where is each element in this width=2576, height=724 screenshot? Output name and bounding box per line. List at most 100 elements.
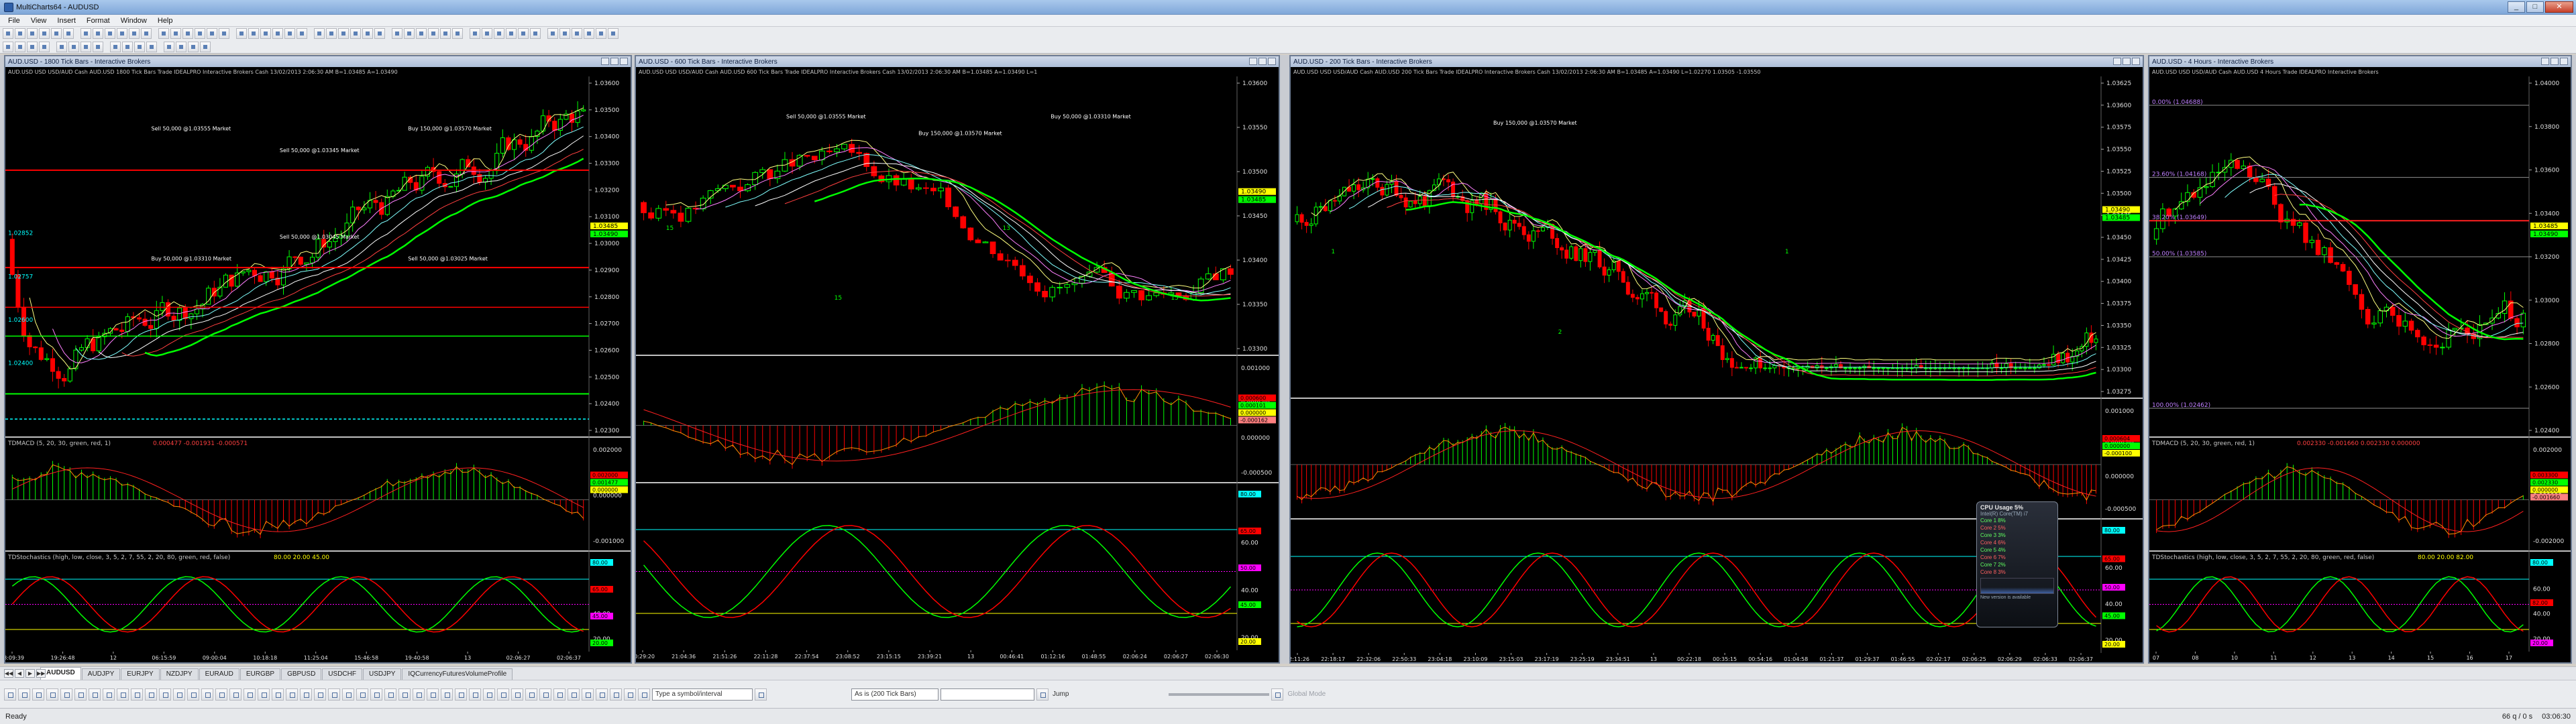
jump-label[interactable]: Jump bbox=[1051, 690, 1071, 698]
chart-maximize-button[interactable] bbox=[1258, 58, 1267, 65]
toolbar-button[interactable] bbox=[141, 28, 152, 39]
toolbar-button[interactable] bbox=[15, 28, 25, 39]
tab-eurjpy[interactable]: EURJPY bbox=[121, 668, 160, 680]
drawing-tool-button[interactable] bbox=[159, 688, 171, 701]
toolbar-button[interactable] bbox=[122, 42, 133, 52]
drawing-tool-button[interactable] bbox=[596, 688, 608, 701]
tab-usdjpy[interactable]: USDJPY bbox=[362, 668, 402, 680]
toolbar-button[interactable] bbox=[200, 42, 211, 52]
drawing-tool-button[interactable] bbox=[638, 688, 650, 701]
jump-icon[interactable] bbox=[1036, 688, 1049, 701]
toolbar-button[interactable] bbox=[27, 42, 38, 52]
toolbar-button[interactable] bbox=[338, 28, 349, 39]
toolbar-button[interactable] bbox=[158, 28, 169, 39]
chart-close-button[interactable] bbox=[2560, 58, 2568, 65]
chart-window-4-hours[interactable]: AUD.USD - 4 Hours - Interactive Brokers A… bbox=[2148, 55, 2572, 664]
toolbar-button[interactable] bbox=[39, 28, 50, 39]
tab-prev-icon[interactable]: ◀ bbox=[15, 669, 24, 678]
drawing-tool-button[interactable] bbox=[46, 688, 58, 701]
chart-window-600-tick[interactable]: AUD.USD - 600 Tick Bars - Interactive Br… bbox=[635, 55, 1280, 664]
toolbar-button[interactable] bbox=[146, 42, 157, 52]
drawing-tool-button[interactable] bbox=[229, 688, 241, 701]
toolbar-button[interactable] bbox=[260, 28, 271, 39]
toolbar-button[interactable] bbox=[63, 28, 74, 39]
toolbar-button[interactable] bbox=[404, 28, 415, 39]
drawing-tool-button[interactable] bbox=[4, 688, 16, 701]
toolbar-button[interactable] bbox=[195, 28, 205, 39]
chart-minimize-button[interactable] bbox=[601, 58, 609, 65]
toolbar-button[interactable] bbox=[68, 42, 79, 52]
drawing-tool-button[interactable] bbox=[103, 688, 115, 701]
toolbar-button[interactable] bbox=[350, 28, 361, 39]
drawing-tool-button[interactable] bbox=[610, 688, 622, 701]
toolbar-button[interactable] bbox=[176, 42, 186, 52]
toolbar-button[interactable] bbox=[110, 42, 121, 52]
drawing-tool-button[interactable] bbox=[455, 688, 467, 701]
tab-volume-profile[interactable]: IQCurrencyFuturesVolumeProfile bbox=[402, 668, 513, 680]
toolbar-button[interactable] bbox=[182, 28, 193, 39]
toolbar-button[interactable] bbox=[452, 28, 463, 39]
toolbar-button[interactable] bbox=[134, 42, 145, 52]
toolbar-button[interactable] bbox=[39, 42, 50, 52]
tab-first-icon[interactable]: ◀◀ bbox=[4, 669, 13, 678]
drawing-tool-button[interactable] bbox=[300, 688, 312, 701]
toolbar-button[interactable] bbox=[188, 42, 199, 52]
drawing-tool-button[interactable] bbox=[370, 688, 382, 701]
maximize-button[interactable]: □ bbox=[2526, 1, 2544, 13]
drawing-tool-button[interactable] bbox=[539, 688, 551, 701]
tab-audjpy[interactable]: AUDJPY bbox=[81, 668, 121, 680]
toolbar-button[interactable] bbox=[51, 28, 62, 39]
toolbar-button[interactable] bbox=[15, 42, 25, 52]
cpu-usage-gadget[interactable]: CPU Usage 5% Intel(R) Core(TM) i7 Core 1 8… bbox=[1976, 501, 2058, 627]
chart-window-title[interactable]: AUD.USD - 600 Tick Bars - Interactive Br… bbox=[636, 56, 1279, 67]
toolbar-button[interactable] bbox=[608, 28, 619, 39]
toolbar-button[interactable] bbox=[236, 28, 247, 39]
toolbar-button[interactable] bbox=[117, 28, 127, 39]
chart-close-button[interactable] bbox=[620, 58, 628, 65]
toolbar-button[interactable] bbox=[494, 28, 504, 39]
menu-window[interactable]: Window bbox=[115, 17, 152, 25]
toolbar-button[interactable] bbox=[3, 42, 13, 52]
drawing-tool-button[interactable] bbox=[356, 688, 368, 701]
toolbar-button[interactable] bbox=[374, 28, 385, 39]
drawing-tool-button[interactable] bbox=[314, 688, 326, 701]
chart-window-title[interactable]: AUD.USD - 200 Tick Bars - Interactive Br… bbox=[1291, 56, 2143, 67]
toolbar-button[interactable] bbox=[80, 28, 91, 39]
toolbar-button[interactable] bbox=[559, 28, 570, 39]
chart-window-title[interactable]: AUD.USD - 1800 Tick Bars - Interactive B… bbox=[5, 56, 631, 67]
toolbar-button[interactable] bbox=[530, 28, 541, 39]
toolbar-button[interactable] bbox=[547, 28, 558, 39]
menu-view[interactable]: View bbox=[25, 17, 52, 25]
drawing-tool-button[interactable] bbox=[328, 688, 340, 701]
drawing-tool-button[interactable] bbox=[384, 688, 396, 701]
drawing-tool-button[interactable] bbox=[497, 688, 509, 701]
menu-insert[interactable]: Insert bbox=[52, 17, 81, 25]
global-mode-icon[interactable] bbox=[1271, 688, 1284, 701]
chart-window-1800-tick[interactable]: AUD.USD - 1800 Tick Bars - Interactive B… bbox=[4, 55, 632, 664]
drawing-tool-button[interactable] bbox=[398, 688, 411, 701]
tab-audusd[interactable]: AUDUSD bbox=[40, 667, 81, 680]
toolbar-button[interactable] bbox=[170, 28, 181, 39]
drawing-tool-button[interactable] bbox=[117, 688, 129, 701]
toolbar-button[interactable] bbox=[572, 28, 582, 39]
tab-nzdjpy[interactable]: NZDJPY bbox=[160, 668, 199, 680]
drawing-tool-button[interactable] bbox=[427, 688, 439, 701]
tab-last-icon[interactable]: ▶▶ bbox=[36, 669, 46, 678]
symbol-input[interactable]: Type a symbol/interval bbox=[652, 688, 753, 701]
chart-canvas[interactable]: AUD.USD USD USD/AUD Cash AUD.USD 1800 Ti… bbox=[5, 67, 631, 662]
chart-minimize-button[interactable] bbox=[2541, 58, 2549, 65]
toolbar-button[interactable] bbox=[248, 28, 259, 39]
toolbar-button[interactable] bbox=[428, 28, 439, 39]
toolbar-button[interactable] bbox=[207, 28, 217, 39]
drawing-tool-button[interactable] bbox=[187, 688, 199, 701]
chart-canvas[interactable]: AUD.USD USD USD/AUD Cash AUD.USD 600 Tic… bbox=[636, 67, 1279, 662]
drawing-tool-button[interactable] bbox=[258, 688, 270, 701]
cpu-gadget-footer[interactable]: New version is available bbox=[1980, 595, 2054, 600]
menu-file[interactable]: File bbox=[3, 17, 25, 25]
toolbar-button[interactable] bbox=[3, 28, 13, 39]
toolbar-button[interactable] bbox=[56, 42, 67, 52]
drawing-tool-button[interactable] bbox=[624, 688, 636, 701]
toolbar-button[interactable] bbox=[164, 42, 174, 52]
drawing-tool-button[interactable] bbox=[244, 688, 256, 701]
tab-euraud[interactable]: EURAUD bbox=[199, 668, 239, 680]
